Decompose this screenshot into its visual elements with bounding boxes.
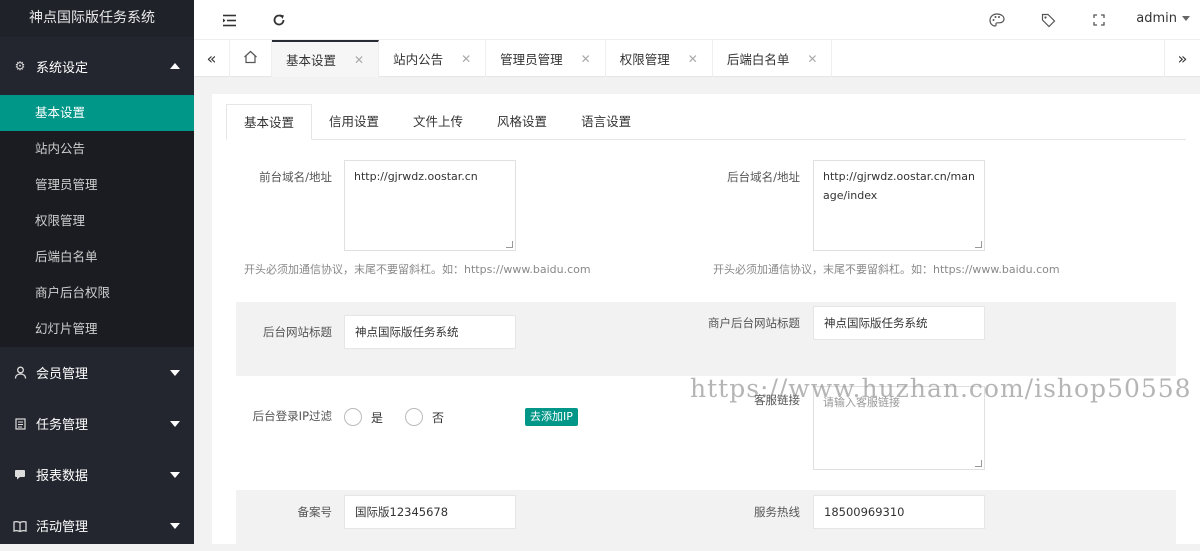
hotline-input[interactable]: 18500969310 — [813, 495, 985, 529]
fullscreen-icon[interactable] — [1089, 10, 1109, 30]
back-domain-hint: 开头必须加通信协议，末尾不要留斜杠。如：https://www.baidu.co… — [713, 263, 1060, 276]
caret-down-icon — [1182, 16, 1190, 21]
chevron-down-icon — [170, 471, 180, 478]
chat-icon — [12, 467, 28, 483]
tab-upload[interactable]: 文件上传 — [396, 104, 480, 140]
gear-icon: ⚙ — [14, 59, 26, 73]
nav-group-label: 活动管理 — [36, 520, 89, 535]
sidebar-item-whitelist[interactable]: 后端白名单 — [0, 239, 194, 275]
app-title: 神点国际版任务系统 — [0, 0, 194, 37]
ip-filter-yes-radio[interactable]: 是 — [344, 408, 383, 426]
sidebar-item-basic-settings[interactable]: 基本设置 — [0, 95, 194, 131]
tab-list: 基本设置 ✕ 站内公告 ✕ 管理员管理 ✕ 权限管理 ✕ 后端白名单 ✕ — [230, 40, 833, 77]
home-icon — [243, 50, 258, 67]
book-icon — [12, 518, 28, 534]
chevron-up-icon — [170, 63, 180, 69]
add-ip-button[interactable]: 去添加IP — [525, 408, 578, 426]
nav-group-label: 报表数据 — [36, 469, 89, 484]
refresh-icon[interactable] — [269, 10, 289, 30]
sidebar-item-announcements[interactable]: 站内公告 — [0, 131, 194, 167]
back-domain-field[interactable]: http://gjrwdz.oostar.cn/manage/index — [813, 160, 985, 251]
settings-tabs: 基本设置 信用设置 文件上传 风格设置 语言设置 — [226, 104, 1186, 140]
icp-label: 备案号 — [297, 505, 333, 519]
nav-group-reports[interactable]: 报表数据 — [0, 449, 194, 500]
scroll-right-icon[interactable]: » — [1164, 40, 1200, 77]
admin-title-input[interactable]: 神点国际版任务系统 — [344, 315, 516, 349]
chevron-down-icon — [170, 522, 180, 529]
nav-group-members[interactable]: 会员管理 — [0, 347, 194, 398]
document-icon — [12, 416, 28, 432]
settings-form: 前台域名/地址 http://gjrwdz.oostar.cn 开头必须加通信协… — [236, 144, 1176, 550]
tab-label: 站内公告 — [393, 52, 444, 67]
tab-permissions[interactable]: 权限管理 ✕ — [606, 40, 713, 77]
icp-input[interactable]: 国际版12345678 — [344, 495, 516, 529]
back-domain-label: 后台域名/地址 — [727, 170, 800, 184]
tab-label: 后端白名单 — [726, 52, 790, 67]
nav-group-label: 任务管理 — [36, 418, 89, 433]
merchant-title-input[interactable]: 神点国际版任务系统 — [813, 306, 985, 340]
form-row-titles: 后台网站标题 神点国际版任务系统 商户后台网站标题 神点国际版任务系统 — [236, 302, 1176, 376]
theme-palette-icon[interactable] — [987, 10, 1007, 30]
user-icon — [12, 365, 28, 381]
user-name: admin — [1136, 11, 1177, 26]
radio-circle-icon — [405, 408, 423, 426]
nav-submenu: 基本设置 站内公告 管理员管理 权限管理 后端白名单 商户后台权限 幻灯片管理 — [0, 95, 194, 347]
nav-group-system-settings[interactable]: ⚙ 系统设定 — [0, 37, 194, 95]
menu-collapse-icon[interactable] — [219, 10, 239, 30]
home-tab[interactable] — [230, 40, 272, 77]
tab-whitelist[interactable]: 后端白名单 ✕ — [713, 40, 833, 77]
tab-credit[interactable]: 信用设置 — [312, 104, 396, 140]
hotline-label: 服务热线 — [754, 505, 800, 519]
close-icon[interactable]: ✕ — [581, 52, 591, 66]
tab-label: 权限管理 — [619, 52, 670, 67]
sidebar: 神点国际版任务系统 ⚙ 系统设定 基本设置 站内公告 管理员管理 权限管理 后端… — [0, 0, 194, 544]
nav-group-label: 系统设定 — [36, 60, 89, 76]
ip-filter-label: 后台登录IP过滤 — [252, 409, 332, 423]
tag-icon[interactable] — [1038, 10, 1058, 30]
tab-language[interactable]: 语言设置 — [564, 104, 648, 140]
back-domain-value: http://gjrwdz.oostar.cn/manage/index — [823, 170, 975, 202]
tab-style[interactable]: 风格设置 — [480, 104, 564, 140]
chevron-down-icon — [170, 420, 180, 427]
front-domain-value: http://gjrwdz.oostar.cn — [354, 170, 478, 183]
tab-label: 基本设置 — [286, 53, 337, 68]
close-icon[interactable]: ✕ — [354, 53, 364, 67]
admin-title-label: 后台网站标题 — [263, 325, 332, 339]
tab-label: 管理员管理 — [500, 52, 563, 67]
front-domain-label: 前台域名/地址 — [259, 170, 332, 184]
form-row-domains: 前台域名/地址 http://gjrwdz.oostar.cn 开头必须加通信协… — [236, 144, 1176, 302]
resize-grip-icon[interactable] — [975, 241, 982, 248]
tab-bar: « 基本设置 ✕ 站内公告 ✕ 管理员管理 ✕ 权限管理 ✕ 后端白名单 ✕ » — [194, 40, 1200, 77]
merchant-title-label: 商户后台网站标题 — [708, 316, 800, 330]
nav-group-tasks[interactable]: 任务管理 — [0, 398, 194, 449]
tab-admin-management[interactable]: 管理员管理 ✕ — [486, 40, 606, 77]
watermark: https://www.huzhan.com/ishop50558 — [690, 374, 1192, 403]
sidebar-item-permissions[interactable]: 权限管理 — [0, 203, 194, 239]
radio-label: 是 — [371, 410, 384, 425]
tab-announcements[interactable]: 站内公告 ✕ — [379, 40, 487, 77]
sidebar-item-merchant-permissions[interactable]: 商户后台权限 — [0, 275, 194, 311]
nav-group-activities[interactable]: 活动管理 — [0, 500, 194, 551]
sidebar-item-slides[interactable]: 幻灯片管理 — [0, 311, 194, 347]
user-menu[interactable]: admin — [1136, 11, 1190, 26]
settings-card: 基本设置 信用设置 文件上传 风格设置 语言设置 前台域名/地址 http://… — [212, 94, 1200, 550]
resize-grip-icon[interactable] — [975, 460, 982, 467]
form-row-icp: 备案号 国际版12345678 服务热线 18500969310 — [236, 490, 1176, 550]
radio-circle-icon — [344, 408, 362, 426]
close-icon[interactable]: ✕ — [688, 52, 698, 66]
top-bar: admin — [194, 0, 1200, 40]
close-icon[interactable]: ✕ — [461, 52, 471, 66]
front-domain-field[interactable]: http://gjrwdz.oostar.cn — [344, 160, 516, 251]
radio-label: 否 — [432, 410, 445, 425]
tab-basic[interactable]: 基本设置 — [226, 104, 313, 140]
chevron-down-icon — [170, 369, 180, 376]
nav-group-label: 会员管理 — [36, 367, 89, 382]
ip-filter-no-radio[interactable]: 否 — [405, 408, 444, 426]
tab-basic-settings[interactable]: 基本设置 ✕ — [272, 40, 380, 77]
resize-grip-icon[interactable] — [506, 241, 513, 248]
scroll-left-icon[interactable]: « — [194, 40, 230, 77]
sidebar-item-admin-management[interactable]: 管理员管理 — [0, 167, 194, 203]
close-icon[interactable]: ✕ — [807, 52, 817, 66]
front-domain-hint: 开头必须加通信协议，末尾不要留斜杠。如：https://www.baidu.co… — [244, 263, 591, 276]
